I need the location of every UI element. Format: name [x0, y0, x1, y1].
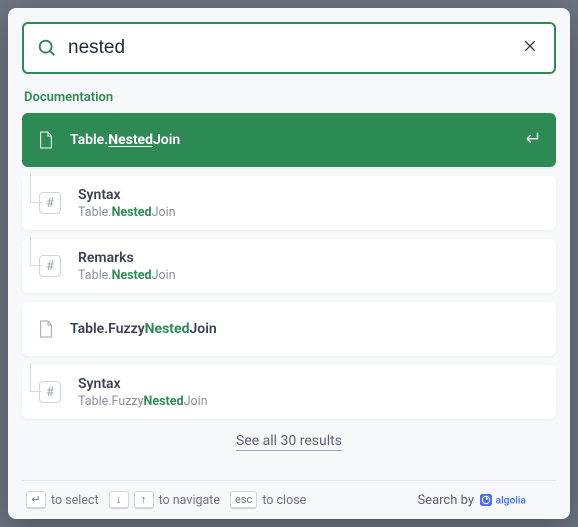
- search-by-label: Search by: [417, 493, 474, 508]
- result-page[interactable]: Table.NestedJoin: [22, 113, 556, 167]
- hint-select: ↵ to select: [26, 491, 99, 509]
- result-breadcrumb: Table.NestedJoin: [78, 268, 542, 283]
- section-label: Documentation: [24, 90, 554, 105]
- results-list: Table.NestedJoin#SyntaxTable.NestedJoin#…: [22, 113, 556, 419]
- modal-footer: ↵ to select ↓ ↑ to navigate esc to close…: [22, 480, 556, 519]
- esc-key-icon: esc: [230, 491, 257, 509]
- result-breadcrumb: Table.NestedJoin: [78, 205, 542, 220]
- enter-key-icon: ↵: [26, 491, 46, 509]
- return-icon: [524, 129, 542, 151]
- result-title: Table.NestedJoin: [70, 132, 516, 148]
- result-breadcrumb: Table.FuzzyNestedJoin: [78, 394, 542, 409]
- search-input[interactable]: [58, 37, 518, 59]
- hash-icon: #: [36, 186, 64, 220]
- result-anchor[interactable]: # Syntax Table.FuzzyNestedJoin: [22, 365, 556, 419]
- result-anchor[interactable]: # Remarks Table.NestedJoin: [22, 239, 556, 293]
- hash-icon: #: [36, 375, 64, 409]
- result-body: Table.FuzzyNestedJoin: [70, 321, 542, 337]
- result-body: Syntax Table.NestedJoin: [78, 187, 542, 220]
- result-body: Remarks Table.NestedJoin: [78, 250, 542, 283]
- result-title: Syntax: [78, 187, 542, 203]
- see-all-link[interactable]: See all 30 results: [236, 433, 342, 451]
- search-box[interactable]: [22, 22, 556, 74]
- clear-search-button[interactable]: [518, 34, 542, 62]
- result-title: Table.FuzzyNestedJoin: [70, 321, 542, 337]
- search-icon: [36, 37, 58, 59]
- hint-navigate: ↓ ↑ to navigate: [109, 491, 220, 509]
- hint-close: esc to close: [230, 491, 306, 509]
- svg-text:algolia: algolia: [496, 496, 527, 507]
- result-body: Syntax Table.FuzzyNestedJoin: [78, 376, 542, 409]
- file-icon: [36, 319, 56, 339]
- result-title: Remarks: [78, 250, 542, 266]
- hint-navigate-label: to navigate: [159, 493, 220, 508]
- result-page[interactable]: Table.FuzzyNestedJoin: [22, 302, 556, 356]
- result-anchor[interactable]: # Syntax Table.NestedJoin: [22, 176, 556, 230]
- search-modal: Documentation Table.NestedJoin # Syntax Tab…: [8, 8, 570, 519]
- result-title: Syntax: [78, 376, 542, 392]
- search-provider: Search by algolia: [417, 491, 552, 509]
- hint-close-label: to close: [262, 493, 306, 508]
- file-icon: [36, 130, 56, 150]
- close-icon: [522, 38, 538, 54]
- arrow-up-key-icon: ↑: [134, 491, 154, 509]
- hint-select-label: to select: [51, 493, 99, 508]
- see-all-results[interactable]: See all 30 results: [22, 433, 556, 449]
- algolia-logo-icon: algolia: [480, 491, 552, 509]
- result-body: Table.NestedJoin: [70, 132, 516, 148]
- hash-icon: #: [36, 249, 64, 283]
- arrow-down-key-icon: ↓: [109, 491, 129, 509]
